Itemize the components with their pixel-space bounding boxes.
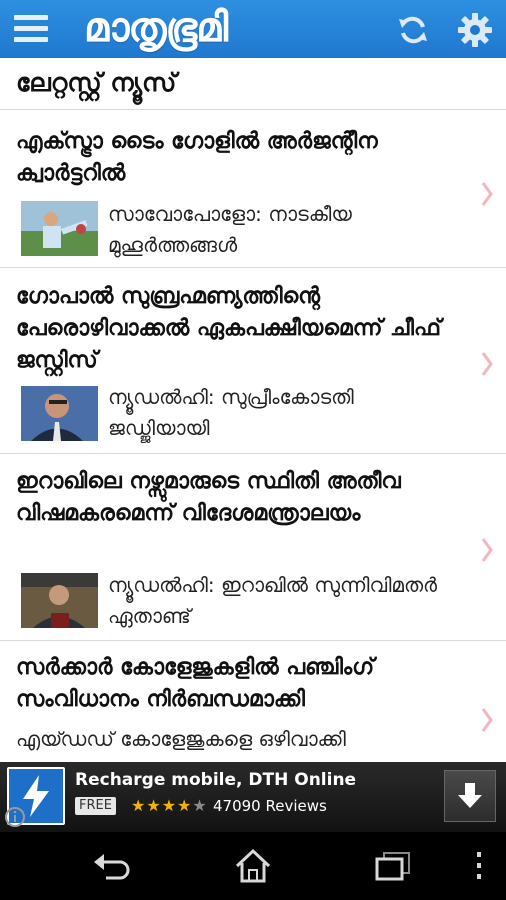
system-nav-bar xyxy=(0,832,506,900)
news-summary: സാവോപോളോ: നാടകീയ മുഹൂർത്തങ്ങൾ xyxy=(108,202,352,257)
overflow-menu-icon[interactable] xyxy=(474,850,484,882)
news-headline[interactable]: ഗോപാൽ സുബ്രഹ്മണ്യത്തിന്റെ പേരൊഴിവാക്കൽ ഏ… xyxy=(16,281,466,377)
app-logo[interactable]: മാതൃഭൂമി xyxy=(84,3,228,53)
news-summary: ന്യൂഡൽഹി: ഇറാഖിൽ സുന്നിവിമതർ ഏതാണ്ട് xyxy=(108,573,438,628)
download-arrow-icon xyxy=(458,783,482,808)
news-item-4[interactable]: സർക്കാർ കോളേജുകളിൽ പഞ്ചിംഗ് സംവിധാനം നിർ… xyxy=(0,641,506,762)
news-summary: ന്യൂഡൽഹി: സുപ്രീംകോടതി ജഡ്ജിയായി xyxy=(108,385,354,440)
news-thumbnail[interactable] xyxy=(21,201,98,256)
news-item-2[interactable]: ഗോപാൽ സുബ്രഹ്മണ്യത്തിന്റെ പേരൊഴിവാക്കൽ ഏ… xyxy=(0,268,506,453)
news-item-3[interactable]: ഇറാഖിലെ നഴ്സുമാരുടെ സ്ഥിതി അതീവ വിഷമകരമെ… xyxy=(0,454,506,640)
free-badge: FREE xyxy=(75,797,116,815)
news-item-1[interactable]: എക്സ്ട്രാ ടൈം ഗോളിൽ അർജന്റീന ക്വാർട്ടറിൽ… xyxy=(0,110,506,267)
chevron-right-icon[interactable] xyxy=(481,537,493,563)
ad-banner[interactable]: Recharge mobile, DTH Online FREE ★★★★★ 4… xyxy=(0,762,506,832)
chevron-right-icon[interactable] xyxy=(481,181,493,207)
chevron-right-icon[interactable] xyxy=(481,707,493,733)
home-icon[interactable] xyxy=(234,848,272,884)
news-headline[interactable]: സർക്കാർ കോളേജുകളിൽ പഞ്ചിംഗ് സംവിധാനം നിർ… xyxy=(16,652,466,716)
chevron-right-icon[interactable] xyxy=(481,351,493,377)
recent-apps-icon[interactable] xyxy=(374,850,412,882)
menu-icon[interactable] xyxy=(14,15,48,43)
rating-stars: ★★★★★ xyxy=(131,796,208,815)
settings-gear-icon[interactable] xyxy=(457,12,493,48)
news-headline[interactable]: എക്സ്ട്രാ ടൈം ഗോളിൽ അർജന്റീന ക്വാർട്ടറിൽ xyxy=(16,126,466,190)
app-header: മാതൃഭൂമി xyxy=(0,0,506,58)
news-headline[interactable]: ഇറാഖിലെ നഴ്സുമാരുടെ സ്ഥിതി അതീവ വിഷമകരമെ… xyxy=(16,466,466,530)
refresh-icon[interactable] xyxy=(396,13,430,47)
news-summary: എയ്ഡഡ് കോളേജുകളെ ഒഴിവാക്കി xyxy=(16,727,346,751)
news-thumbnail[interactable] xyxy=(21,386,98,441)
ad-title[interactable]: Recharge mobile, DTH Online xyxy=(75,770,356,790)
news-thumbnail[interactable] xyxy=(21,573,98,628)
section-title: ലേറ്റസ്റ്റ് ന്യൂസ് xyxy=(16,68,177,97)
back-icon[interactable] xyxy=(92,850,132,882)
review-count: 47090 Reviews xyxy=(213,797,327,815)
ad-info-icon[interactable] xyxy=(4,806,26,828)
download-button[interactable] xyxy=(444,770,496,822)
